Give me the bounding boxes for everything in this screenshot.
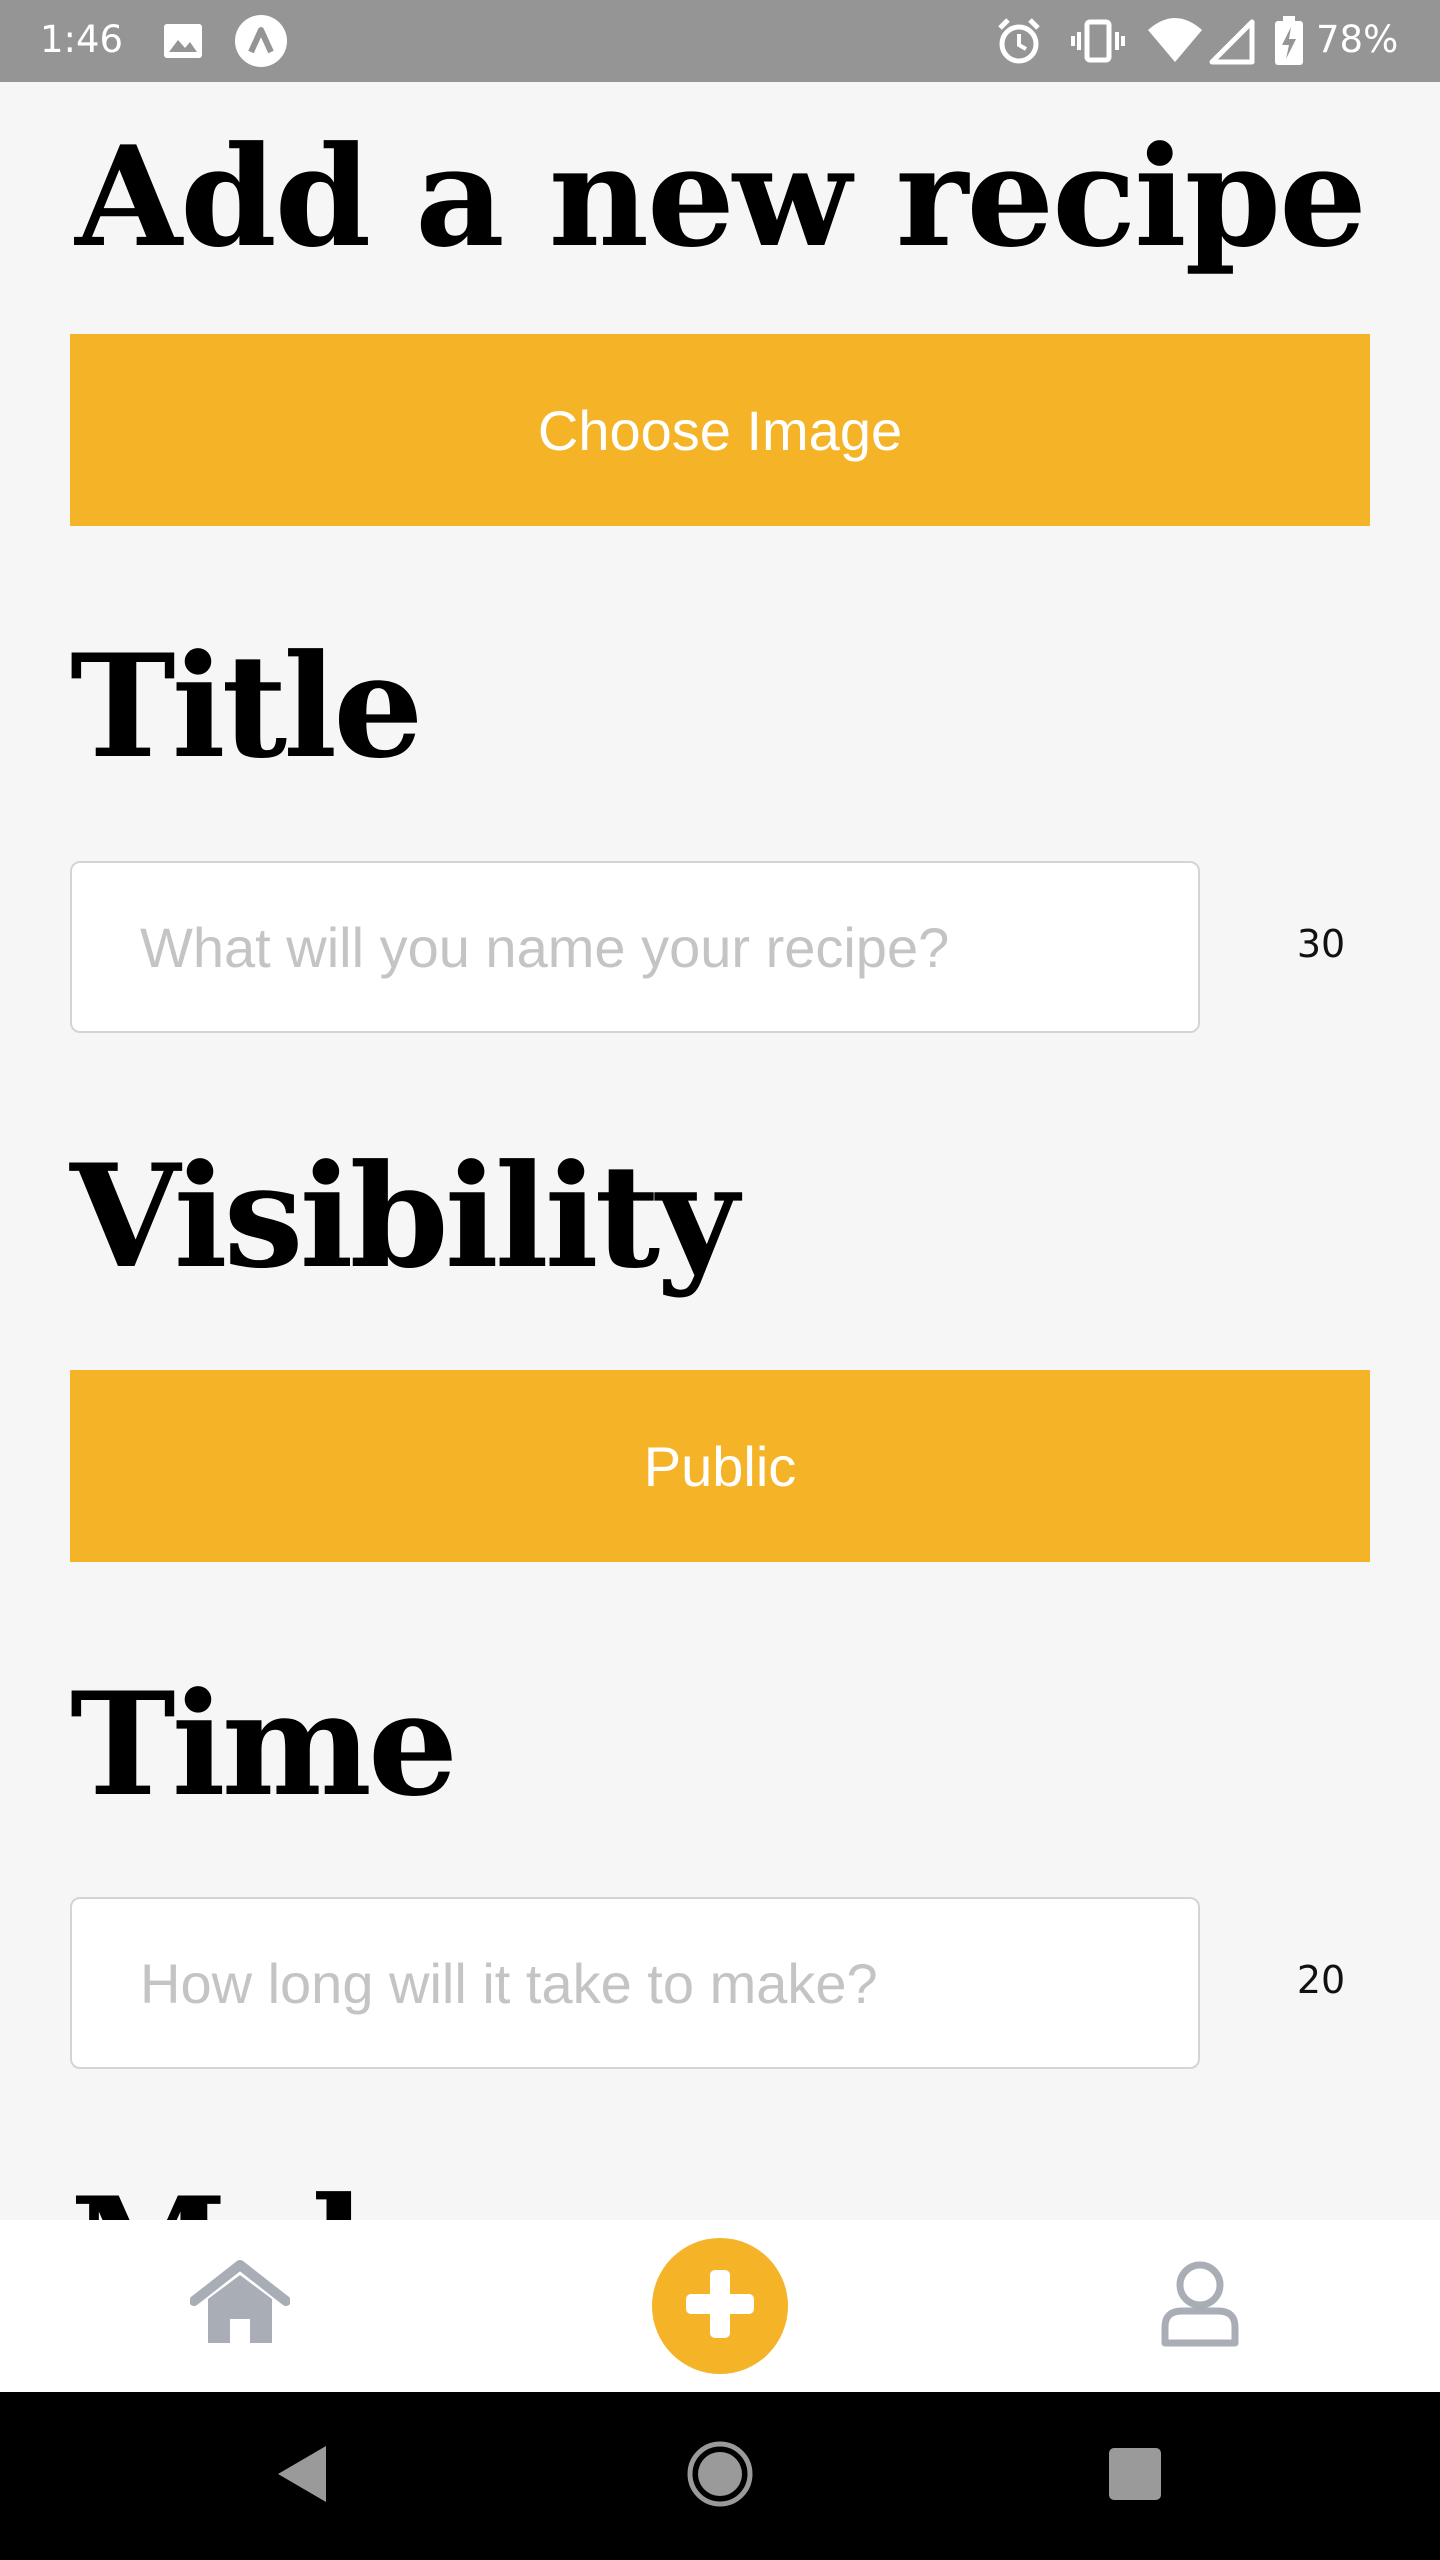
image-icon — [160, 14, 206, 72]
signal-icon — [1206, 14, 1256, 72]
status-bar: 1:46 78% — [0, 0, 1440, 82]
vibrate-icon — [1070, 14, 1126, 72]
time-heading: Time — [70, 1662, 458, 1828]
nav-home-button[interactable] — [640, 2392, 800, 2560]
tab-add[interactable] — [570, 2220, 870, 2392]
title-heading: Title — [70, 624, 423, 790]
screen: 1:46 78% Add a new recipe Choose Image T… — [0, 0, 1440, 2560]
add-button-circle — [652, 2238, 788, 2374]
recipe-title-input[interactable] — [70, 861, 1200, 1033]
visibility-toggle-button[interactable]: Public — [70, 1370, 1370, 1562]
choose-image-button[interactable]: Choose Image — [70, 334, 1370, 526]
tab-home[interactable] — [90, 2220, 390, 2392]
battery-charging-icon — [1272, 14, 1306, 72]
back-icon — [274, 2442, 330, 2511]
title-char-counter: 30 — [1296, 922, 1346, 966]
battery-percent: 78% — [1316, 18, 1399, 61]
status-time: 1:46 — [40, 18, 124, 61]
page-title: Add a new recipe — [75, 115, 1367, 278]
tab-profile[interactable] — [1050, 2220, 1350, 2392]
bottom-tab-bar — [0, 2220, 1440, 2392]
add-recipe-form[interactable]: Add a new recipe Choose Image Title 30 V… — [0, 82, 1440, 2220]
wifi-icon — [1146, 14, 1204, 72]
recents-icon — [1107, 2446, 1163, 2507]
alarm-icon — [994, 14, 1044, 72]
visibility-heading: Visibility — [70, 1134, 739, 1300]
nav-recents-button[interactable] — [1055, 2392, 1215, 2560]
home-circle-icon — [685, 2439, 755, 2514]
home-icon — [189, 2259, 291, 2354]
plus-icon — [682, 2266, 758, 2347]
time-char-counter: 20 — [1296, 1958, 1346, 2002]
system-nav-bar — [0, 2392, 1440, 2560]
person-icon — [1160, 2259, 1240, 2354]
nav-back-button[interactable] — [222, 2392, 382, 2560]
recipe-time-input[interactable] — [70, 1897, 1200, 2069]
app-a-icon — [234, 14, 288, 72]
next-section-heading: Mak — [70, 2170, 410, 2220]
